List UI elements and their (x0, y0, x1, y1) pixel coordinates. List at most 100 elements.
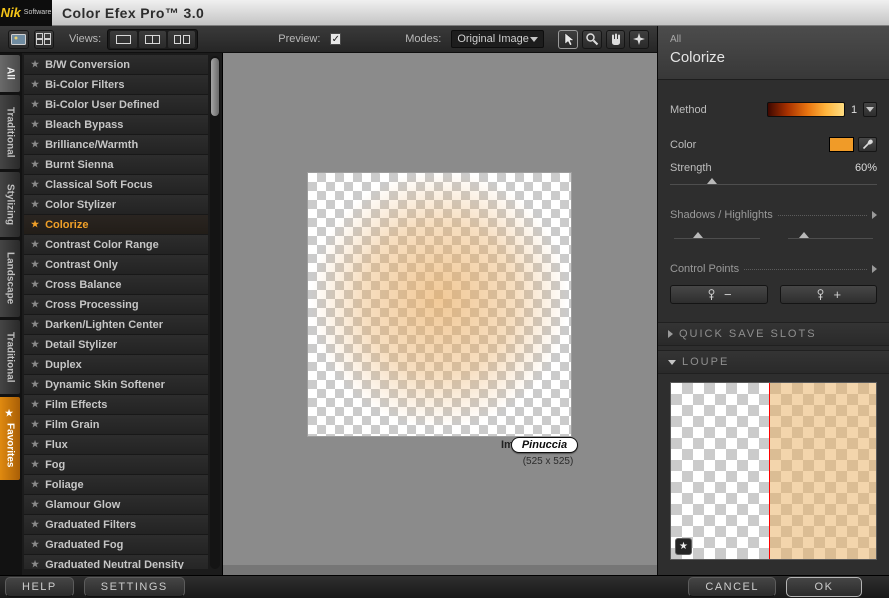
filter-item[interactable]: ★ Contrast Color Range (24, 235, 208, 255)
loupe-color-overlay (769, 383, 876, 559)
filter-item[interactable]: ★ Flux (24, 435, 208, 455)
filter-item[interactable]: ★ Graduated Fog (24, 535, 208, 555)
filter-item[interactable]: ★ Bi-Color User Defined (24, 95, 208, 115)
filter-item[interactable]: ★ Colorize (24, 215, 208, 235)
image-caption: Im Pinuccia (501, 437, 579, 453)
settings-button[interactable]: SETTINGS (83, 577, 185, 597)
filter-star-icon: ★ (31, 299, 40, 309)
shadows-highlights-label: Shadows / Highlights (670, 209, 773, 221)
hand-tool-button[interactable] (605, 29, 626, 49)
cancel-button[interactable]: CANCEL (688, 577, 776, 597)
zoom-tool-button[interactable] (582, 29, 602, 49)
preview-image[interactable] (307, 172, 572, 437)
filter-item[interactable]: ★ Fog (24, 455, 208, 475)
highlights-slider[interactable] (787, 231, 873, 239)
preview-checkbox[interactable]: ✓ (330, 33, 342, 45)
tab-landscape[interactable]: Landscape (0, 240, 20, 317)
filter-item[interactable]: ★ Glamour Glow (24, 495, 208, 515)
tab-favorites[interactable]: ★ Favorites (0, 397, 20, 480)
filter-star-icon: ★ (31, 79, 40, 89)
nik-logo-text: Nik (0, 5, 21, 20)
loupe-favorite-button[interactable]: ★ (675, 538, 692, 555)
shadows-highlights-header[interactable]: Shadows / Highlights (670, 209, 877, 221)
filter-item[interactable]: ★ Graduated Neutral Density (24, 555, 208, 569)
favorites-star-icon: ★ (5, 409, 15, 420)
scrollbar-thumb[interactable] (211, 58, 219, 116)
filter-star-icon: ★ (31, 139, 40, 149)
tab-label: Favorites (4, 423, 16, 468)
method-gradient-swatch (767, 102, 845, 117)
filter-item[interactable]: ★ Dynamic Skin Softener (24, 375, 208, 395)
filter-item[interactable]: ★ Burnt Sienna (24, 155, 208, 175)
filter-item[interactable]: ★ Duplex (24, 355, 208, 375)
tab-label: Landscape (4, 252, 16, 305)
filter-label: Cross Processing (45, 298, 139, 311)
filter-item[interactable]: ★ Detail Stylizer (24, 335, 208, 355)
select-tool-button[interactable] (558, 29, 579, 49)
add-control-point-button[interactable]: + (779, 285, 877, 304)
filter-star-icon: ★ (31, 59, 40, 69)
ok-button[interactable]: OK (786, 577, 862, 597)
filter-item[interactable]: ★ Graduated Filters (24, 515, 208, 535)
settings-panel: All Colorize Method 1 Color Strength 60%… (657, 26, 889, 575)
slider-thumb[interactable] (707, 178, 718, 184)
filter-item[interactable]: ★ Darken/Lighten Center (24, 315, 208, 335)
filter-star-icon: ★ (31, 159, 40, 169)
method-dropdown[interactable]: 1 (767, 102, 877, 117)
filter-item[interactable]: ★ Contrast Only (24, 255, 208, 275)
filter-item[interactable]: ★ Classical Soft Focus (24, 175, 208, 195)
filter-label: Glamour Glow (45, 498, 121, 511)
loupe-preview[interactable]: ★ (670, 382, 877, 560)
control-points-header[interactable]: Control Points (670, 263, 877, 275)
single-preview-button[interactable] (8, 29, 29, 49)
preview-label: Preview: (278, 33, 321, 45)
tab-traditional[interactable]: Traditional (0, 94, 20, 170)
mode-select[interactable]: Original Image (451, 30, 545, 48)
multi-preview-button[interactable] (33, 29, 55, 49)
image-name-badge: Pinuccia (510, 437, 579, 453)
single-preview-icon (10, 33, 26, 45)
filter-item[interactable]: ★ Film Effects (24, 395, 208, 415)
method-dropdown-button[interactable] (863, 102, 877, 117)
filter-label: Duplex (45, 358, 82, 371)
color-swatch[interactable] (829, 137, 854, 152)
multi-preview-icon (36, 33, 52, 45)
remove-control-point-button[interactable]: − (670, 285, 768, 304)
slider-thumb[interactable] (799, 232, 810, 238)
filter-star-icon: ★ (31, 439, 40, 449)
view-single-button[interactable] (110, 30, 138, 48)
panel-header: All Colorize (658, 26, 889, 80)
filter-item[interactable]: ★ Color Stylizer (24, 195, 208, 215)
filter-label: B/W Conversion (45, 58, 131, 71)
filter-item[interactable]: ★ Cross Balance (24, 275, 208, 295)
filter-item[interactable]: ★ Foliage (24, 475, 208, 495)
quick-save-slots-header[interactable]: QUICK SAVE SLOTS (658, 322, 889, 346)
filter-item[interactable]: ★ Bi-Color Filters (24, 75, 208, 95)
filter-item[interactable]: ★ Cross Processing (24, 295, 208, 315)
loupe-split-line[interactable] (769, 383, 771, 559)
filter-star-icon: ★ (31, 559, 40, 569)
help-button[interactable]: HELP (5, 577, 74, 597)
tab-all[interactable]: All (0, 55, 20, 92)
view-side-by-side-button[interactable] (168, 30, 196, 48)
loupe-header[interactable]: LOUPE (658, 350, 889, 374)
shadows-slider[interactable] (674, 231, 760, 239)
compare-tool-button[interactable] (629, 29, 649, 49)
tab-stylizing[interactable]: Stylizing (0, 172, 20, 238)
filter-label: Bi-Color Filters (45, 78, 125, 91)
filter-star-icon: ★ (31, 259, 40, 269)
filter-item[interactable]: ★ B/W Conversion (24, 55, 208, 75)
panel-category: All (670, 34, 682, 45)
filter-item[interactable]: ★ Film Grain (24, 415, 208, 435)
filter-list-scrollbar[interactable] (210, 56, 220, 569)
filter-item[interactable]: ★ Brilliance/Warmth (24, 135, 208, 155)
strength-slider[interactable] (670, 177, 877, 185)
loupe-label: LOUPE (682, 356, 730, 368)
filter-star-icon: ★ (31, 119, 40, 129)
method-row: Method 1 (670, 102, 877, 117)
tab-traditional[interactable]: Traditional (0, 319, 20, 395)
view-split-button[interactable] (139, 30, 167, 48)
slider-thumb[interactable] (692, 232, 703, 238)
filter-item[interactable]: ★ Bleach Bypass (24, 115, 208, 135)
eyedropper-button[interactable] (858, 137, 877, 152)
